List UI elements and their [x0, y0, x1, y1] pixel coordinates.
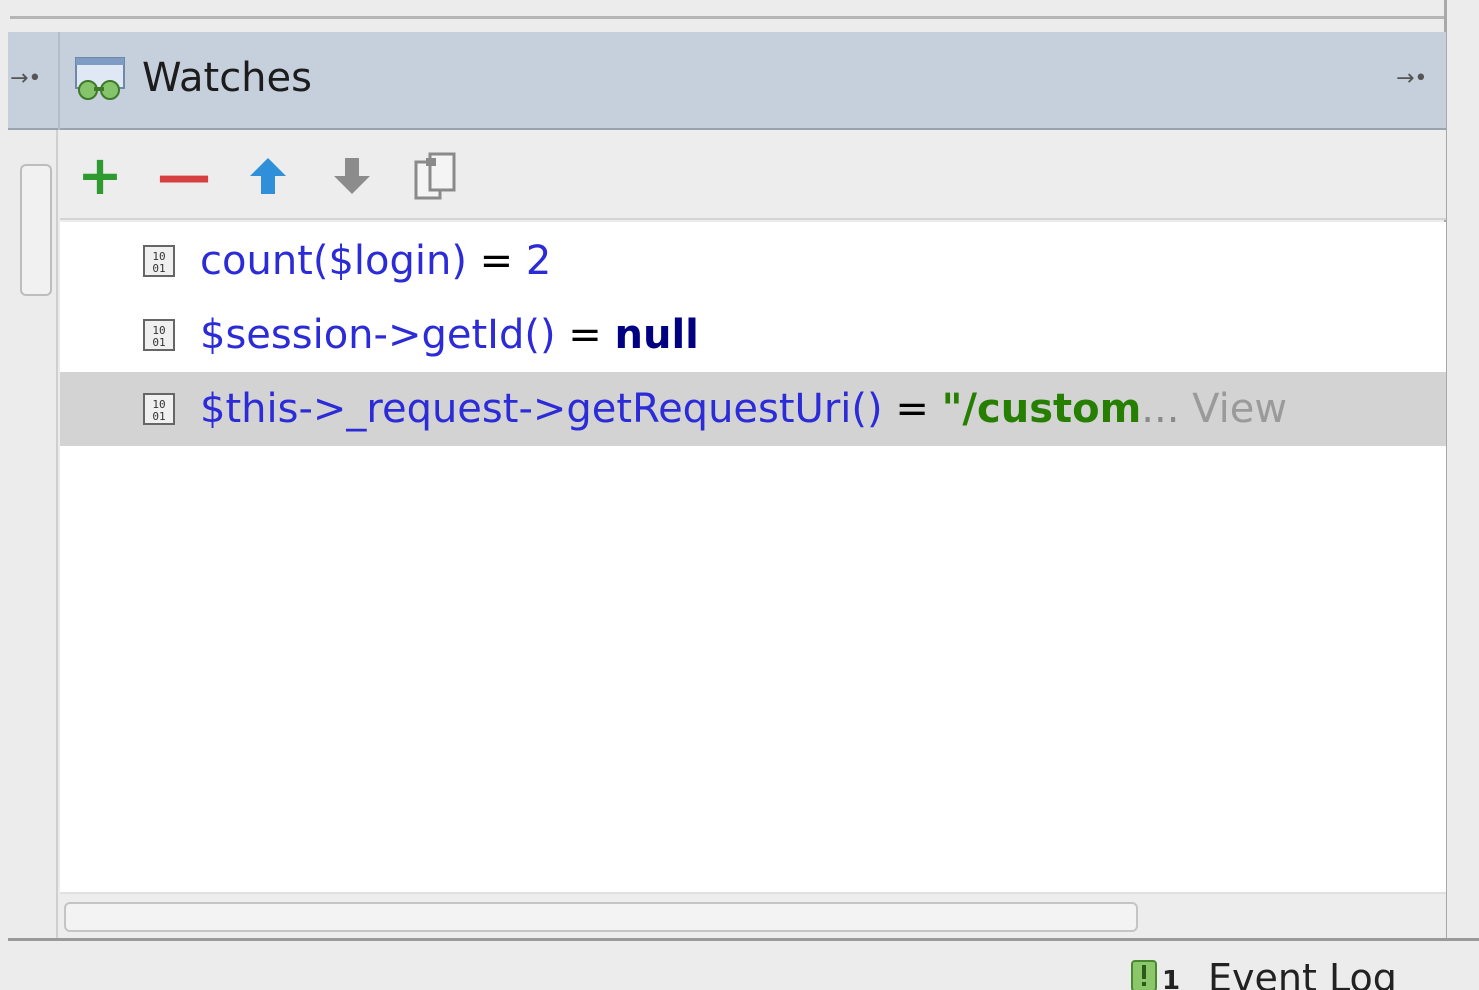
- svg-text:01: 01: [152, 410, 165, 423]
- arrow-down-icon: [334, 158, 370, 194]
- watch-value: "/custom: [941, 386, 1142, 432]
- view-value-link[interactable]: View: [1179, 386, 1287, 432]
- watch-type-icon: 10 01: [143, 319, 175, 351]
- watch-expression: $session->getId(): [200, 312, 556, 358]
- add-watch-button[interactable]: +: [72, 148, 128, 204]
- watches-list: 10 01 count($login) = 2 10 01 $session->…: [60, 222, 1446, 892]
- event-count-badge: 1: [1162, 966, 1181, 990]
- header-divider: [58, 32, 60, 130]
- vertical-scrollbar[interactable]: [8, 130, 58, 938]
- watch-type-icon: 10 01: [143, 393, 175, 425]
- watch-type-icon: 10 01: [143, 245, 175, 277]
- move-watch-up-button[interactable]: [240, 148, 296, 204]
- pin-left-icon[interactable]: →•: [10, 68, 41, 90]
- watch-equals: =: [466, 238, 526, 284]
- divider: [10, 16, 1446, 19]
- svg-text:01: 01: [152, 262, 165, 275]
- event-log-icon: [1131, 960, 1157, 990]
- watches-panel-header: →• Watches →•: [8, 32, 1446, 130]
- status-bar: 1 Event Log: [8, 938, 1479, 990]
- watch-row[interactable]: 10 01 count($login) = 2: [60, 224, 1446, 298]
- event-log-button[interactable]: Event Log: [1208, 955, 1397, 990]
- remove-watch-button[interactable]: —: [156, 148, 212, 204]
- watch-equals: =: [555, 312, 615, 358]
- watch-row[interactable]: 10 01 $session->getId() = null: [60, 298, 1446, 372]
- watch-expression: $this->_request->getRequestUri(): [200, 386, 883, 432]
- copy-watch-button[interactable]: [408, 148, 464, 204]
- minus-icon: —: [157, 144, 211, 207]
- watches-toolbar: + —: [60, 130, 1446, 220]
- pin-right-icon[interactable]: →•: [1396, 68, 1427, 90]
- watch-value: null: [614, 312, 699, 358]
- horizontal-scroll-thumb[interactable]: [64, 902, 1138, 932]
- value-ellipsis: ...: [1141, 386, 1180, 432]
- watches-glasses-icon: [75, 57, 125, 100]
- watch-equals: =: [882, 386, 942, 432]
- svg-text:01: 01: [152, 336, 165, 349]
- copy-icon: [414, 152, 456, 200]
- watch-expression: count($login): [200, 238, 467, 284]
- watch-row-selected[interactable]: 10 01 $this->_request->getRequestUri() =…: [60, 372, 1446, 446]
- move-watch-down-button[interactable]: [324, 148, 380, 204]
- horizontal-scrollbar[interactable]: [60, 892, 1446, 938]
- watch-value: 2: [525, 238, 552, 284]
- vertical-scroll-thumb[interactable]: [20, 164, 52, 296]
- arrow-up-icon: [250, 158, 286, 194]
- panel-title: Watches: [142, 55, 312, 101]
- top-strip: [0, 0, 1479, 32]
- plus-icon: +: [77, 144, 123, 207]
